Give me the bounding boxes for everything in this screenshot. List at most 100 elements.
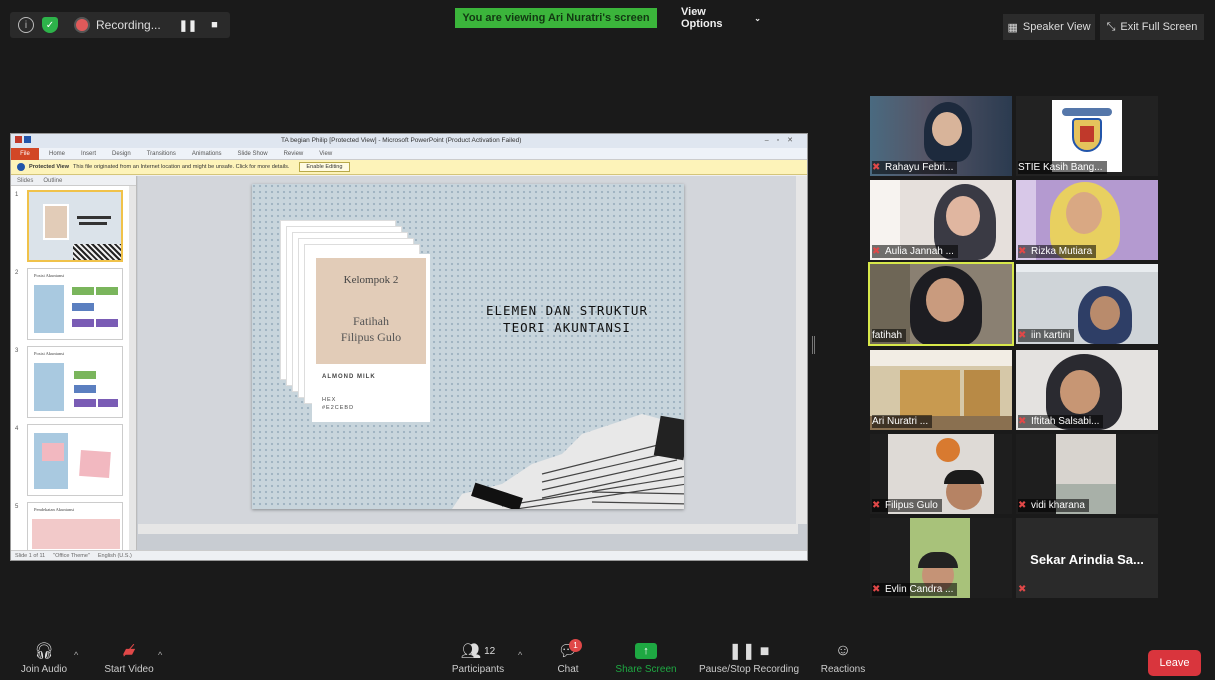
- chat-button[interactable]: 💬︎ 1 Chat: [549, 638, 587, 680]
- recording-label: Recording...: [96, 18, 161, 32]
- participant-name: Filipus Gulo: [885, 500, 938, 511]
- protected-view-label: Protected View: [29, 164, 70, 170]
- participant-face: [1066, 192, 1102, 234]
- audio-options-caret[interactable]: ^: [74, 650, 78, 660]
- ppt-tab-slideshow: Slide Show: [237, 150, 268, 157]
- recording-dot-icon: [76, 19, 88, 31]
- participants-button[interactable]: 👥︎ 12 Participants: [445, 638, 511, 680]
- exit-fullscreen-icon: ⤡: [1106, 20, 1116, 33]
- outline-tab: Outline: [43, 177, 63, 184]
- chevron-down-icon: ⌄: [754, 13, 761, 23]
- participant-name: Iftitah Salsabi...: [1031, 416, 1100, 427]
- view-options-button[interactable]: View Options ⌄: [681, 6, 761, 30]
- swatch-hex: HEX #E2CEBD: [322, 396, 354, 412]
- participant-tile[interactable]: Sekar Arindia Sa... ✖: [1016, 518, 1158, 598]
- participant-tile[interactable]: ✖ Iftitah Salsabi...: [1016, 350, 1158, 430]
- kelompok-label: Kelompok 2: [343, 274, 399, 286]
- share-resize-handle[interactable]: [812, 336, 815, 354]
- share-screen-button[interactable]: ↑ Share Screen: [612, 638, 680, 680]
- join-audio-button[interactable]: 🎧︎ Join Audio: [14, 638, 74, 680]
- pause-stop-recording-button[interactable]: ❚❚ ■ Pause/Stop Recording: [694, 638, 804, 680]
- participant-tile[interactable]: ✖ vidi kharana: [1016, 434, 1158, 514]
- thumbnail-caption: Posisi Akuntansi: [34, 273, 65, 278]
- pause-recording-icon[interactable]: ❚❚: [179, 19, 197, 32]
- window-controls: –▫✕: [764, 137, 801, 144]
- slide-title-line-1: ELEMEN DAN STRUKTUR: [486, 303, 648, 318]
- chat-unread-badge: 1: [569, 639, 582, 652]
- slide-thumbnail: Posisi Akuntansi: [27, 346, 123, 418]
- slides-tab: Slides: [17, 177, 34, 184]
- participant-name: Rahayu Febri...: [885, 162, 954, 173]
- video-options-caret[interactable]: ^: [158, 650, 162, 660]
- participant-tile[interactable]: ✖ iin kartini: [1016, 264, 1158, 344]
- viewing-screen-banner: You are viewing Ari Nuratri's screen: [455, 8, 657, 28]
- exit-full-screen-button[interactable]: ⤡ Exit Full Screen: [1100, 14, 1204, 40]
- mic-muted-icon: ✖: [1018, 499, 1027, 511]
- slide-thumbnail: Posisi Akuntansi: [27, 268, 123, 340]
- slide-v-scrollbar: [796, 176, 807, 524]
- participant-tile[interactable]: ✖ Rizka Mutiara: [1016, 180, 1158, 260]
- security-shield-icon[interactable]: ✓: [42, 17, 58, 33]
- leave-button[interactable]: Leave: [1148, 650, 1201, 676]
- language: English (U.S.): [97, 552, 132, 559]
- participant-name: vidi kharana: [1031, 500, 1085, 511]
- protected-view-bar: Protected View This file originated from…: [11, 160, 807, 175]
- member-name-1: Fatihah: [353, 314, 389, 328]
- participant-name-tag: STIE Kasih Bang...: [1018, 161, 1107, 174]
- slide-thumbnail: Pendekatan Akuntansi: [27, 502, 123, 550]
- swatch-name: ALMOND MILK: [322, 374, 376, 380]
- ppt-app-icon: [15, 136, 22, 143]
- speaker-view-button[interactable]: ▦ Speaker View: [1003, 14, 1095, 40]
- thumbnail-number: 4: [15, 426, 19, 432]
- pause-stop-icon: ❚❚ ■: [728, 643, 770, 660]
- stop-recording-icon[interactable]: ■: [211, 19, 218, 31]
- participant-face: [1060, 370, 1100, 414]
- panel-scrollbar: [129, 186, 136, 550]
- slide-thumbnail: [27, 190, 123, 262]
- share-screen-icon: ↑: [635, 638, 657, 664]
- ppt-tab-review: Review: [283, 150, 304, 157]
- participant-name-tag: ✖ Iftitah Salsabi...: [1018, 415, 1104, 428]
- participant-tile[interactable]: ✖ Rahayu Febri...: [870, 96, 1012, 176]
- thumbnail-number: 3: [15, 348, 19, 354]
- video-off-icon: ▰̸: [122, 643, 136, 660]
- ppt-status-bar: Slide 1 of 11 "Office Theme" English (U.…: [11, 550, 807, 560]
- participant-tile[interactable]: ✖ Evlin Candra ...: [870, 518, 1012, 598]
- slide-thumbnail-row: 1: [15, 190, 133, 266]
- view-options-label: View Options: [681, 6, 723, 30]
- participant-tile[interactable]: Ari Nuratri ...: [870, 350, 1012, 430]
- chat-label: Chat: [557, 664, 579, 675]
- reactions-label: Reactions: [820, 664, 866, 675]
- meeting-toolbar: 🎧︎ Join Audio ^ ▰̸ Start Video ^ 👥︎ 12 P…: [0, 638, 1215, 680]
- participant-tile[interactable]: ✖ Filipus Gulo: [870, 434, 1012, 514]
- ppt-tab-view: View: [319, 150, 333, 157]
- participant-tile[interactable]: STIE Kasih Bang...: [1016, 96, 1158, 176]
- participant-name-tag: Ari Nuratri ...: [872, 415, 933, 428]
- participant-tile-active-speaker[interactable]: fatihah: [868, 262, 1014, 346]
- participant-name-tag: ✖ Rahayu Febri...: [872, 161, 958, 174]
- hex-label: HEX: [322, 397, 337, 403]
- participant-name: Aulia Jannah ...: [885, 246, 954, 257]
- start-video-button[interactable]: ▰̸ Start Video: [98, 638, 160, 680]
- reactions-button[interactable]: ☺ Reactions: [815, 638, 871, 680]
- reactions-icon: ☺: [834, 642, 852, 659]
- participant-name-tag: fatihah: [872, 329, 907, 342]
- mic-muted-icon: ✖: [872, 161, 881, 173]
- pause-stop-label: Pause/Stop Recording: [698, 664, 800, 675]
- participant-tile[interactable]: ✖ Aulia Jannah ...: [870, 180, 1012, 260]
- slide-count: Slide 1 of 11: [15, 552, 46, 559]
- slides-panel: Slides Outline 1 2 Posisi Akuntansi 3 Po…: [11, 176, 137, 550]
- participant-face: [946, 196, 980, 236]
- info-icon[interactable]: i: [18, 17, 34, 33]
- hex-value: #E2CEBD: [322, 405, 355, 411]
- participant-mute-tag: ✖: [1018, 583, 1035, 596]
- speaker-view-label: Speaker View: [1022, 21, 1091, 33]
- participant-name: Rizka Mutiara: [1031, 246, 1093, 257]
- grid-icon: ▦: [1007, 21, 1018, 34]
- recording-status-pill: i ✓ Recording... ❚❚ ■: [10, 12, 230, 38]
- participants-options-caret[interactable]: ^: [518, 650, 522, 660]
- mic-muted-icon: ✖: [1018, 583, 1027, 595]
- slide-title: ELEMEN DAN STRUKTUR TEORI AKUNTANSI: [457, 302, 677, 336]
- participant-name: Ari Nuratri ...: [872, 416, 929, 427]
- participant-name: fatihah: [872, 330, 903, 341]
